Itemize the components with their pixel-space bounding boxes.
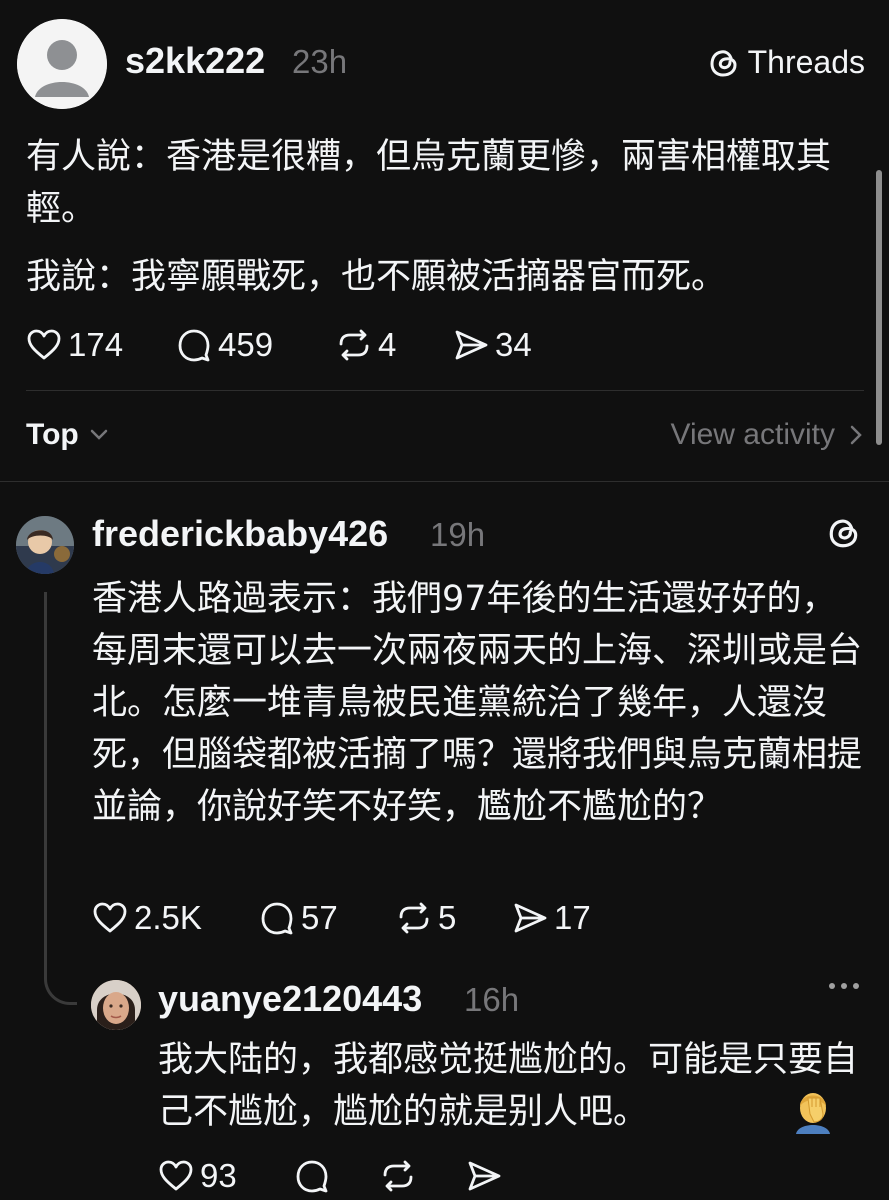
like-count: 2.5K — [134, 899, 202, 936]
repost-icon — [336, 327, 372, 363]
avatar[interactable] — [91, 980, 141, 1030]
reply-text: 我大陆的，我都感觉挺尴尬的。可能是只要自己不尴尬，尴尬的就是别人吧。 — [158, 1040, 859, 1132]
post-username[interactable]: s2kk222 — [125, 40, 265, 82]
sort-dropdown[interactable]: Top — [26, 418, 109, 452]
repost-button[interactable]: 5 — [396, 899, 512, 937]
repost-icon — [396, 900, 432, 936]
like-count: 174 — [68, 326, 124, 363]
reply-username[interactable]: frederickbaby426 — [92, 513, 388, 555]
threads-logo-icon — [827, 516, 861, 550]
chevron-down-icon — [89, 428, 109, 442]
share-button[interactable]: 17 — [512, 899, 591, 937]
repost-count: 5 — [438, 899, 457, 936]
default-avatar-icon — [17, 19, 107, 109]
avatar[interactable] — [16, 516, 74, 574]
reply-button[interactable] — [294, 1158, 380, 1194]
repost-count: 4 — [378, 326, 397, 363]
view-activity-label: View activity — [670, 418, 835, 451]
repost-icon — [380, 1158, 416, 1194]
send-icon — [453, 327, 489, 363]
reply-actions: 93 — [158, 1157, 508, 1195]
post-timestamp: 23h — [292, 43, 348, 80]
view-activity-link[interactable]: View activity — [670, 418, 863, 452]
reply-actions: 2.5K 57 5 17 — [92, 899, 591, 937]
share-count: 17 — [554, 899, 591, 936]
share-button[interactable]: 34 — [453, 326, 532, 364]
reply-timestamp: 16h — [464, 981, 520, 1018]
repost-button[interactable]: 4 — [336, 326, 453, 364]
photo-avatar-icon — [91, 980, 141, 1030]
reply-timestamp: 19h — [430, 516, 486, 553]
post-actions: 174 459 4 34 — [26, 326, 532, 364]
post-text-paragraph: 我說：我寧願戰死，也不願被活摘器官而死。 — [26, 257, 727, 297]
threads-brand-label: Threads — [747, 44, 865, 80]
reply-button[interactable]: 57 — [259, 899, 396, 937]
share-button[interactable] — [466, 1158, 508, 1194]
heart-icon — [92, 900, 128, 936]
divider — [0, 481, 889, 482]
heart-icon — [26, 327, 62, 363]
share-count: 34 — [495, 326, 532, 363]
divider — [26, 390, 864, 391]
like-button[interactable]: 93 — [158, 1157, 294, 1195]
reply-count: 57 — [301, 899, 338, 936]
send-icon — [466, 1158, 502, 1194]
threads-brand: Threads — [708, 44, 865, 81]
reply-text: 香港人路過表示：我們97年後的生活還好好的，每周末還可以去一次兩夜兩天的上海、深… — [92, 579, 863, 827]
post-text-paragraph: 有人說：香港是很糟，但烏克蘭更慘，兩害相權取其輕。 — [26, 137, 832, 229]
repost-button[interactable] — [380, 1158, 466, 1194]
like-count: 93 — [200, 1157, 237, 1194]
heart-icon — [158, 1158, 194, 1194]
scrollbar[interactable] — [876, 170, 882, 445]
more-options-icon[interactable] — [827, 980, 861, 992]
anime-avatar-icon — [16, 516, 74, 574]
thread-connector-line — [44, 592, 77, 1005]
comment-icon — [176, 327, 212, 363]
like-button[interactable]: 2.5K — [92, 899, 259, 937]
comment-icon — [259, 900, 295, 936]
like-button[interactable]: 174 — [26, 326, 176, 364]
comment-icon — [294, 1158, 330, 1194]
avatar[interactable] — [17, 19, 107, 109]
reply-username[interactable]: yuanye2120443 — [158, 978, 422, 1020]
reply-button[interactable]: 459 — [176, 326, 336, 364]
reply-count: 459 — [218, 326, 274, 363]
send-icon — [512, 900, 548, 936]
threads-logo-icon — [708, 47, 740, 79]
facepalm-emoji-icon — [790, 1088, 836, 1134]
chevron-right-icon — [849, 424, 863, 446]
sort-label: Top — [26, 418, 79, 451]
